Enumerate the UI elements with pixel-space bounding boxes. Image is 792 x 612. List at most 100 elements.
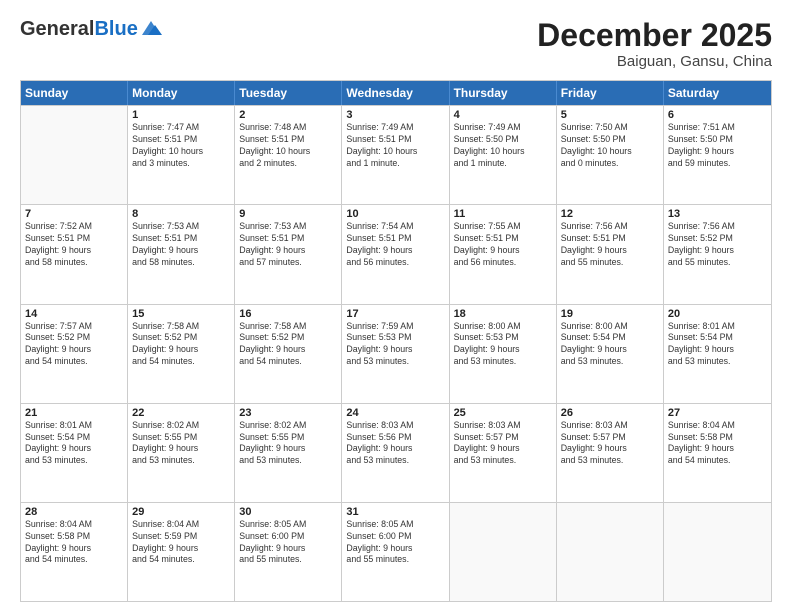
cal-cell: 28Sunrise: 8:04 AMSunset: 5:58 PMDayligh… xyxy=(21,503,128,601)
day-number: 22 xyxy=(132,407,230,419)
cal-cell: 19Sunrise: 8:00 AMSunset: 5:54 PMDayligh… xyxy=(557,305,664,403)
day-info: Sunrise: 8:04 AMSunset: 5:59 PMDaylight:… xyxy=(132,519,230,567)
day-number: 3 xyxy=(346,109,444,121)
day-number: 13 xyxy=(668,208,767,220)
header: GeneralBlue December 2025 Baiguan, Gansu… xyxy=(20,18,772,70)
logo-text: GeneralBlue xyxy=(20,18,138,40)
day-number: 25 xyxy=(454,407,552,419)
day-info: Sunrise: 8:04 AMSunset: 5:58 PMDaylight:… xyxy=(668,420,767,468)
day-number: 30 xyxy=(239,506,337,518)
day-of-week-friday: Friday xyxy=(557,81,664,105)
day-info: Sunrise: 7:57 AMSunset: 5:52 PMDaylight:… xyxy=(25,321,123,369)
day-number: 11 xyxy=(454,208,552,220)
day-number: 27 xyxy=(668,407,767,419)
cal-cell: 15Sunrise: 7:58 AMSunset: 5:52 PMDayligh… xyxy=(128,305,235,403)
cal-cell: 16Sunrise: 7:58 AMSunset: 5:52 PMDayligh… xyxy=(235,305,342,403)
day-number: 24 xyxy=(346,407,444,419)
cal-cell: 10Sunrise: 7:54 AMSunset: 5:51 PMDayligh… xyxy=(342,205,449,303)
day-info: Sunrise: 7:49 AMSunset: 5:50 PMDaylight:… xyxy=(454,122,552,170)
logo-general: General xyxy=(20,18,94,40)
day-info: Sunrise: 8:00 AMSunset: 5:54 PMDaylight:… xyxy=(561,321,659,369)
cal-cell: 17Sunrise: 7:59 AMSunset: 5:53 PMDayligh… xyxy=(342,305,449,403)
day-number: 10 xyxy=(346,208,444,220)
location: Baiguan, Gansu, China xyxy=(537,53,772,70)
cal-cell: 5Sunrise: 7:50 AMSunset: 5:50 PMDaylight… xyxy=(557,106,664,204)
day-info: Sunrise: 8:01 AMSunset: 5:54 PMDaylight:… xyxy=(668,321,767,369)
week-row-3: 21Sunrise: 8:01 AMSunset: 5:54 PMDayligh… xyxy=(21,403,771,502)
day-info: Sunrise: 8:05 AMSunset: 6:00 PMDaylight:… xyxy=(239,519,337,567)
day-of-week-tuesday: Tuesday xyxy=(235,81,342,105)
day-of-week-saturday: Saturday xyxy=(664,81,771,105)
cal-cell xyxy=(21,106,128,204)
day-number: 20 xyxy=(668,308,767,320)
cal-cell: 26Sunrise: 8:03 AMSunset: 5:57 PMDayligh… xyxy=(557,404,664,502)
cal-cell xyxy=(450,503,557,601)
day-of-week-thursday: Thursday xyxy=(450,81,557,105)
day-number: 9 xyxy=(239,208,337,220)
day-number: 23 xyxy=(239,407,337,419)
cal-cell: 14Sunrise: 7:57 AMSunset: 5:52 PMDayligh… xyxy=(21,305,128,403)
cal-cell: 2Sunrise: 7:48 AMSunset: 5:51 PMDaylight… xyxy=(235,106,342,204)
cal-cell xyxy=(557,503,664,601)
cal-cell: 1Sunrise: 7:47 AMSunset: 5:51 PMDaylight… xyxy=(128,106,235,204)
cal-cell: 22Sunrise: 8:02 AMSunset: 5:55 PMDayligh… xyxy=(128,404,235,502)
day-number: 12 xyxy=(561,208,659,220)
week-row-0: 1Sunrise: 7:47 AMSunset: 5:51 PMDaylight… xyxy=(21,105,771,204)
day-number: 28 xyxy=(25,506,123,518)
cal-cell: 9Sunrise: 7:53 AMSunset: 5:51 PMDaylight… xyxy=(235,205,342,303)
day-info: Sunrise: 7:54 AMSunset: 5:51 PMDaylight:… xyxy=(346,221,444,269)
cal-cell: 30Sunrise: 8:05 AMSunset: 6:00 PMDayligh… xyxy=(235,503,342,601)
day-info: Sunrise: 7:50 AMSunset: 5:50 PMDaylight:… xyxy=(561,122,659,170)
day-number: 21 xyxy=(25,407,123,419)
day-info: Sunrise: 8:04 AMSunset: 5:58 PMDaylight:… xyxy=(25,519,123,567)
day-info: Sunrise: 7:59 AMSunset: 5:53 PMDaylight:… xyxy=(346,321,444,369)
cal-cell xyxy=(664,503,771,601)
day-info: Sunrise: 7:51 AMSunset: 5:50 PMDaylight:… xyxy=(668,122,767,170)
cal-cell: 8Sunrise: 7:53 AMSunset: 5:51 PMDaylight… xyxy=(128,205,235,303)
day-number: 18 xyxy=(454,308,552,320)
calendar: SundayMondayTuesdayWednesdayThursdayFrid… xyxy=(20,80,772,602)
day-number: 8 xyxy=(132,208,230,220)
day-info: Sunrise: 7:56 AMSunset: 5:52 PMDaylight:… xyxy=(668,221,767,269)
cal-cell: 24Sunrise: 8:03 AMSunset: 5:56 PMDayligh… xyxy=(342,404,449,502)
day-info: Sunrise: 8:00 AMSunset: 5:53 PMDaylight:… xyxy=(454,321,552,369)
day-number: 1 xyxy=(132,109,230,121)
cal-cell: 29Sunrise: 8:04 AMSunset: 5:59 PMDayligh… xyxy=(128,503,235,601)
day-info: Sunrise: 8:02 AMSunset: 5:55 PMDaylight:… xyxy=(132,420,230,468)
week-row-2: 14Sunrise: 7:57 AMSunset: 5:52 PMDayligh… xyxy=(21,304,771,403)
cal-cell: 23Sunrise: 8:02 AMSunset: 5:55 PMDayligh… xyxy=(235,404,342,502)
day-number: 5 xyxy=(561,109,659,121)
cal-cell: 3Sunrise: 7:49 AMSunset: 5:51 PMDaylight… xyxy=(342,106,449,204)
month-title: December 2025 xyxy=(537,18,772,53)
day-number: 4 xyxy=(454,109,552,121)
day-info: Sunrise: 8:03 AMSunset: 5:56 PMDaylight:… xyxy=(346,420,444,468)
logo-icon xyxy=(140,19,162,37)
cal-cell: 12Sunrise: 7:56 AMSunset: 5:51 PMDayligh… xyxy=(557,205,664,303)
logo-blue: Blue xyxy=(94,18,137,40)
cal-cell: 11Sunrise: 7:55 AMSunset: 5:51 PMDayligh… xyxy=(450,205,557,303)
day-number: 14 xyxy=(25,308,123,320)
cal-cell: 7Sunrise: 7:52 AMSunset: 5:51 PMDaylight… xyxy=(21,205,128,303)
day-number: 29 xyxy=(132,506,230,518)
page: GeneralBlue December 2025 Baiguan, Gansu… xyxy=(0,0,792,612)
day-info: Sunrise: 8:03 AMSunset: 5:57 PMDaylight:… xyxy=(561,420,659,468)
day-info: Sunrise: 7:53 AMSunset: 5:51 PMDaylight:… xyxy=(239,221,337,269)
week-row-1: 7Sunrise: 7:52 AMSunset: 5:51 PMDaylight… xyxy=(21,204,771,303)
week-row-4: 28Sunrise: 8:04 AMSunset: 5:58 PMDayligh… xyxy=(21,502,771,601)
calendar-body: 1Sunrise: 7:47 AMSunset: 5:51 PMDaylight… xyxy=(21,105,771,601)
day-info: Sunrise: 8:03 AMSunset: 5:57 PMDaylight:… xyxy=(454,420,552,468)
day-number: 15 xyxy=(132,308,230,320)
cal-cell: 31Sunrise: 8:05 AMSunset: 6:00 PMDayligh… xyxy=(342,503,449,601)
day-number: 31 xyxy=(346,506,444,518)
day-info: Sunrise: 7:58 AMSunset: 5:52 PMDaylight:… xyxy=(239,321,337,369)
day-info: Sunrise: 7:49 AMSunset: 5:51 PMDaylight:… xyxy=(346,122,444,170)
day-info: Sunrise: 7:48 AMSunset: 5:51 PMDaylight:… xyxy=(239,122,337,170)
day-of-week-wednesday: Wednesday xyxy=(342,81,449,105)
day-number: 6 xyxy=(668,109,767,121)
day-info: Sunrise: 8:01 AMSunset: 5:54 PMDaylight:… xyxy=(25,420,123,468)
day-number: 17 xyxy=(346,308,444,320)
day-number: 16 xyxy=(239,308,337,320)
day-number: 26 xyxy=(561,407,659,419)
day-info: Sunrise: 7:56 AMSunset: 5:51 PMDaylight:… xyxy=(561,221,659,269)
day-info: Sunrise: 7:53 AMSunset: 5:51 PMDaylight:… xyxy=(132,221,230,269)
